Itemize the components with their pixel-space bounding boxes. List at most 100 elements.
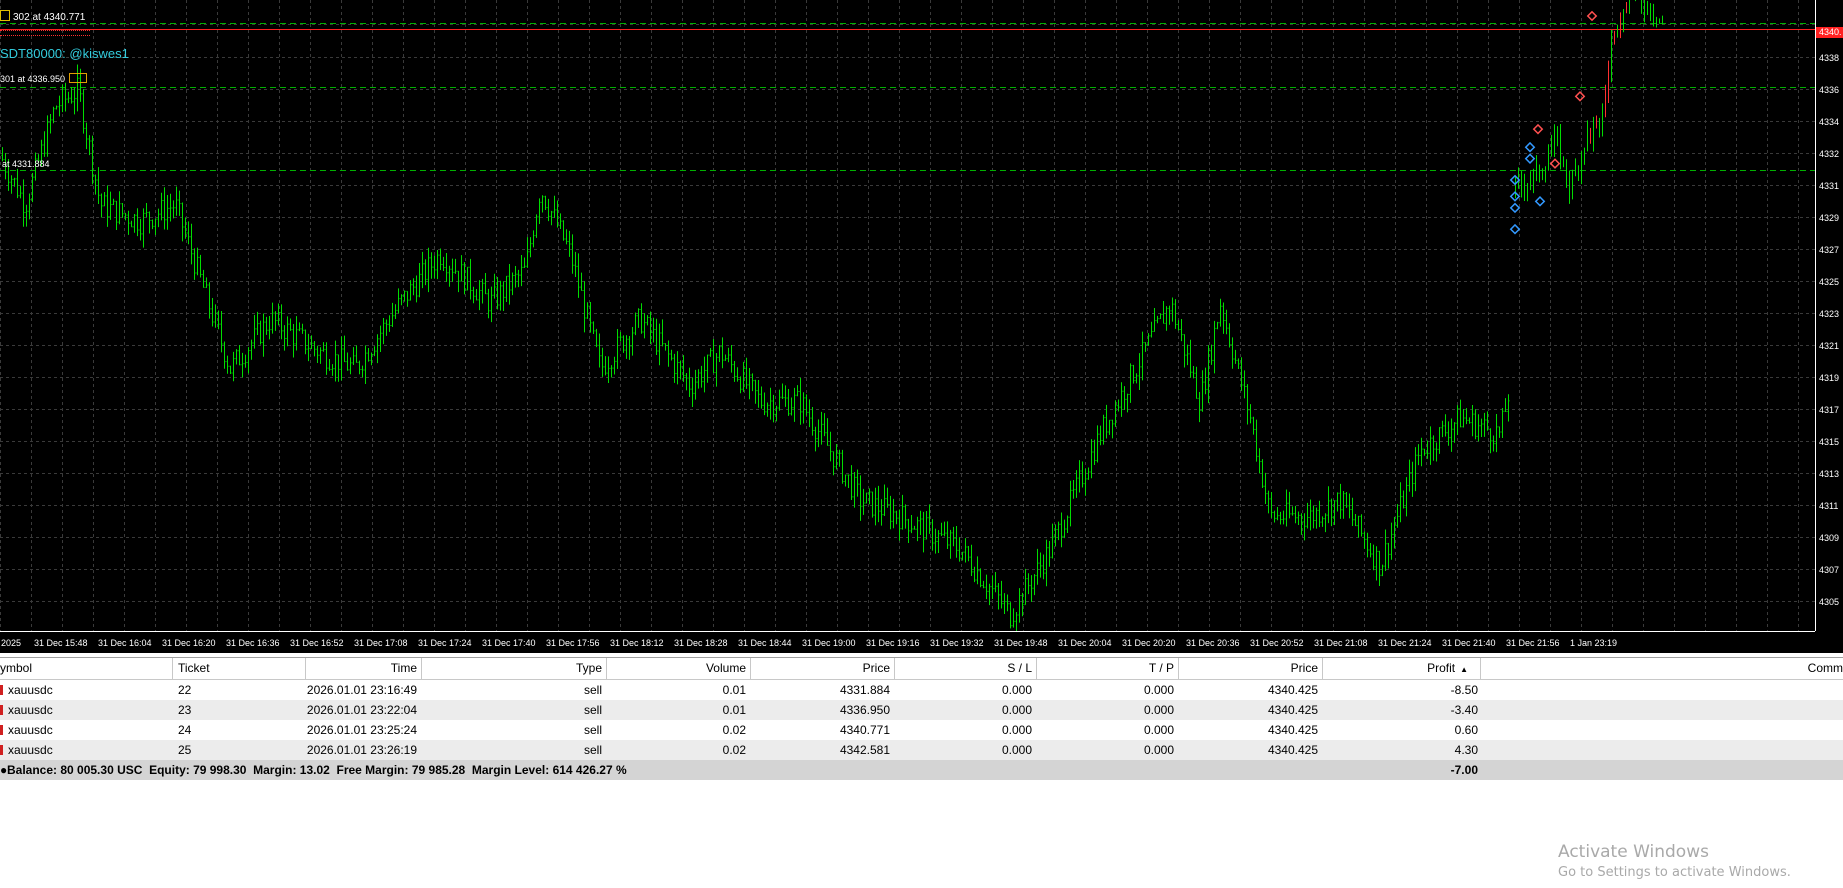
- x-tick-label: 2025: [1, 638, 21, 648]
- x-tick-label: 31 Dec 16:20: [162, 638, 216, 648]
- activate-title: Activate Windows: [1558, 842, 1709, 862]
- cell-price2: 4340.425: [1267, 743, 1318, 757]
- cell-sl: 0.000: [1001, 683, 1032, 697]
- order-label-red: [0, 28, 90, 38]
- trade-terminal: ymbol Ticket Time Type Volume Price S / …: [0, 657, 1843, 780]
- cell-profit: -8.50: [1450, 683, 1478, 697]
- order-label-1: 302 at 4340.771: [0, 10, 85, 23]
- x-tick-label: 31 Dec 16:52: [290, 638, 344, 648]
- cell-volume: 0.02: [722, 723, 746, 737]
- cell-symbol: xauusdc: [8, 683, 53, 697]
- x-tick-label: 31 Dec 16:04: [98, 638, 152, 648]
- cell-tp: 0.000: [1143, 703, 1174, 717]
- x-tick-label: 31 Dec 16:36: [226, 638, 280, 648]
- sell-position-icon: [0, 705, 3, 715]
- y-tick-label: 4311: [1819, 501, 1838, 511]
- cell-tp: 0.000: [1143, 743, 1174, 757]
- account-summary-row: ● Balance: 80 005.30 USC Equity: 79 998.…: [0, 760, 1843, 780]
- y-tick-label: 4332: [1819, 149, 1839, 159]
- x-tick-label: 31 Dec 17:40: [482, 638, 536, 648]
- x-tick-label: 31 Dec 21:08: [1314, 638, 1368, 648]
- col-volume[interactable]: Volume: [607, 658, 751, 679]
- x-tick-label: 31 Dec 21:40: [1442, 638, 1496, 648]
- col-profit[interactable]: Profit ▲: [1323, 658, 1481, 679]
- cell-volume: 0.02: [722, 743, 746, 757]
- sort-asc-icon: ▲: [1460, 665, 1468, 674]
- x-tick-label: 31 Dec 17:56: [546, 638, 600, 648]
- cell-type: sell: [583, 683, 602, 697]
- order-label-3: at 4331.884: [2, 159, 50, 169]
- col-comment[interactable]: Comm: [1486, 658, 1843, 679]
- cell-sl: 0.000: [1001, 723, 1032, 737]
- cell-tp: 0.000: [1143, 723, 1174, 737]
- x-tick-label: 31 Dec 20:36: [1186, 638, 1240, 648]
- cell-time: 2026.01.01 23:25:24: [306, 723, 417, 737]
- cell-profit: -3.40: [1450, 703, 1478, 717]
- cell-volume: 0.01: [722, 683, 746, 697]
- table-row[interactable]: xauusdc 24 2026.01.01 23:25:24 sell 0.02 4340…: [0, 720, 1843, 740]
- x-tick-label: 31 Dec 20:04: [1058, 638, 1112, 648]
- y-tick-label: 4327: [1819, 245, 1839, 255]
- x-tick-label: 31 Dec 19:32: [930, 638, 984, 648]
- cell-profit: 4.30: [1454, 743, 1478, 757]
- col-price[interactable]: Price: [751, 658, 895, 679]
- cell-price: 4340.771: [839, 723, 890, 737]
- sell-position-icon: [0, 745, 3, 755]
- sell-position-icon: [0, 685, 3, 695]
- y-tick-label: 4319: [1819, 373, 1839, 383]
- cell-ticket: 23: [178, 703, 192, 717]
- col-tp[interactable]: T / P: [1037, 658, 1179, 679]
- cell-type: sell: [583, 743, 602, 757]
- y-tick-label: 4336: [1819, 85, 1839, 95]
- cell-time: 2026.01.01 23:16:49: [306, 683, 417, 697]
- current-price-tag: 4340.: [1816, 27, 1843, 38]
- cell-volume: 0.01: [722, 703, 746, 717]
- col-symbol[interactable]: ymbol: [0, 658, 173, 679]
- cell-type: sell: [583, 723, 602, 737]
- cell-symbol: xauusdc: [8, 703, 53, 717]
- cell-type: sell: [583, 703, 602, 717]
- account-summary: Balance: 80 005.30 USC Equity: 79 998.30…: [7, 763, 627, 777]
- x-tick-label: 31 Dec 19:00: [802, 638, 856, 648]
- trade-table-header: ymbol Ticket Time Type Volume Price S / …: [0, 658, 1843, 680]
- cell-profit: 0.60: [1454, 723, 1478, 737]
- cell-price2: 4340.425: [1267, 703, 1318, 717]
- x-tick-label: 31 Dec 18:44: [738, 638, 792, 648]
- y-tick-label: 4315: [1819, 437, 1839, 447]
- x-tick-label: 31 Dec 19:16: [866, 638, 920, 648]
- sell-position-icon: [0, 725, 3, 735]
- col-profit-label: Profit: [1427, 661, 1456, 675]
- x-tick-label: 31 Dec 20:52: [1250, 638, 1304, 648]
- table-row[interactable]: xauusdc 25 2026.01.01 23:26:19 sell 0.02 4342…: [0, 740, 1843, 760]
- y-tick-label: 4331: [1819, 181, 1839, 191]
- price-chart[interactable]: 4338 4336 4334 4332 4331 4329 4327 4325 4323 4321…: [0, 0, 1843, 653]
- cell-price: 4331.884: [839, 683, 890, 697]
- y-tick-label: 4323: [1819, 309, 1839, 319]
- x-tick-label: 31 Dec 21:56: [1506, 638, 1560, 648]
- cell-price: 4342.581: [839, 743, 890, 757]
- x-tick-label: 1 Jan 23:19: [1570, 638, 1617, 648]
- y-tick-label: 4313: [1819, 469, 1839, 479]
- chart-canvas[interactable]: 4338 4336 4334 4332 4331 4329 4327 4325 4323 4321…: [0, 0, 1843, 653]
- cell-ticket: 24: [178, 723, 192, 737]
- y-tick-label: 4309: [1819, 533, 1839, 543]
- x-tick-label: 31 Dec 17:08: [354, 638, 408, 648]
- cell-tp: 0.000: [1143, 683, 1174, 697]
- col-time[interactable]: Time: [306, 658, 422, 679]
- cell-ticket: 25: [178, 743, 192, 757]
- col-current-price[interactable]: Price: [1179, 658, 1323, 679]
- col-sl[interactable]: S / L: [895, 658, 1037, 679]
- table-row[interactable]: xauusdc 23 2026.01.01 23:22:04 sell 0.01 4336…: [0, 700, 1843, 720]
- col-type[interactable]: Type: [422, 658, 607, 679]
- cell-price2: 4340.425: [1267, 723, 1318, 737]
- col-ticket[interactable]: Ticket: [173, 658, 306, 679]
- cell-ticket: 22: [178, 683, 192, 697]
- activate-subtitle: Go to Settings to activate Windows.: [1558, 865, 1791, 880]
- table-row[interactable]: xauusdc 22 2026.01.01 23:16:49 sell 0.01 4331…: [0, 680, 1843, 700]
- cell-symbol: xauusdc: [8, 723, 53, 737]
- y-tick-label: 4334: [1819, 117, 1839, 127]
- order-label-1-text: 302 at 4340.771: [13, 12, 86, 23]
- cell-sl: 0.000: [1001, 703, 1032, 717]
- y-tick-label: 4338: [1819, 53, 1839, 63]
- x-tick-label: 31 Dec 15:48: [34, 638, 88, 648]
